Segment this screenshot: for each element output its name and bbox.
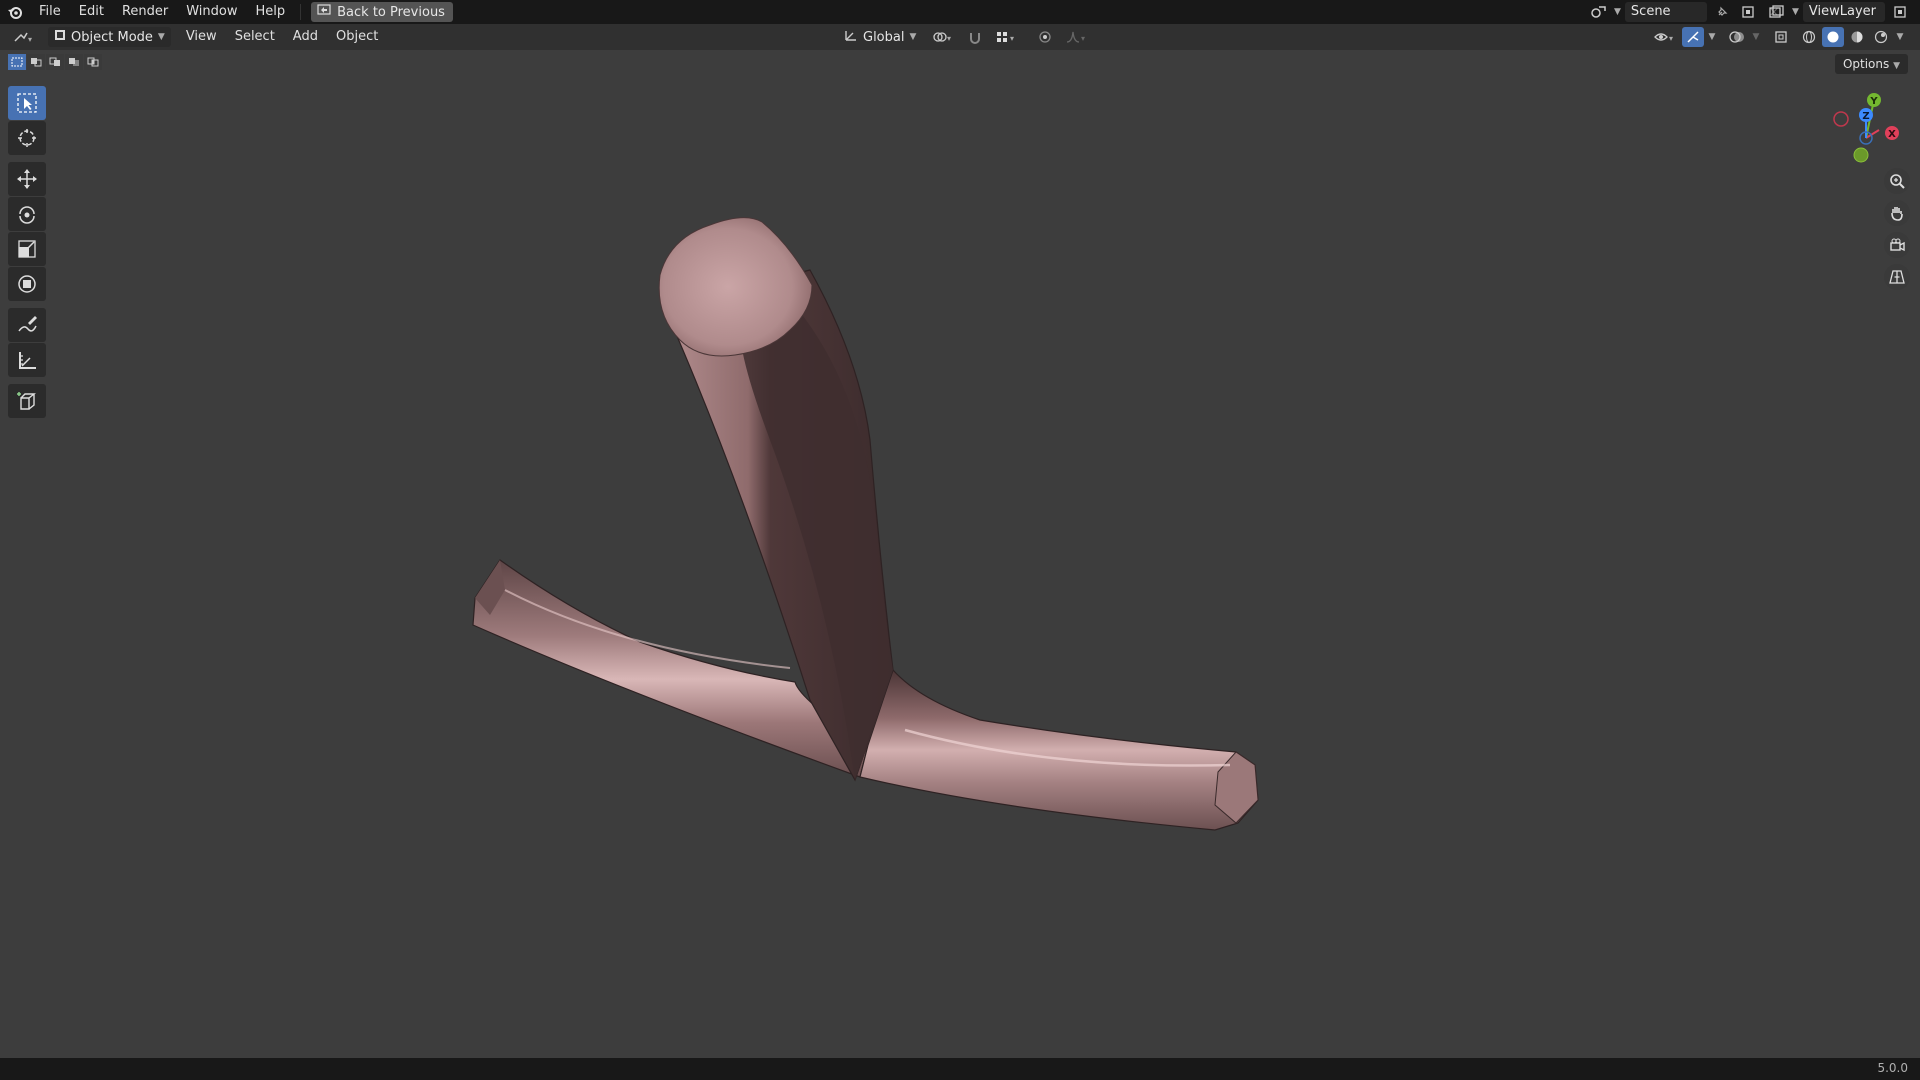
new-view-layer-icon[interactable] [1889,2,1911,22]
orientation-icon [844,28,858,46]
object-mode-icon [54,29,66,45]
editor-type-icon[interactable]: ▾ [8,27,40,47]
solid-shading-icon[interactable] [1822,27,1844,47]
chevron-down-icon: ▼ [909,32,917,42]
svg-text:▾: ▾ [1669,34,1673,43]
snap-target-icon[interactable]: ▾ [992,27,1022,47]
blender-logo-icon[interactable] [0,0,30,24]
view-layer-selector[interactable]: ▼ ViewLayer × [1766,2,1920,22]
visibility-icon[interactable]: ▾ [1650,27,1680,47]
version-label: 5.0.0 [1877,1061,1908,1075]
transform-controls: Global ▼ ▾ ▾ ▾ [838,27,1092,47]
pivot-point-icon[interactable]: ▾ [928,27,958,47]
menu-edit[interactable]: Edit [70,0,113,24]
xray-toggle-icon[interactable] [1770,27,1792,47]
view-layer-name-field[interactable]: ViewLayer [1802,2,1885,22]
gizmo-toggle-icon[interactable] [1682,27,1704,47]
menu-select[interactable]: Select [226,24,284,50]
chevron-down-icon: ▼ [1792,7,1799,17]
menu-add[interactable]: Add [284,24,327,50]
chevron-down-icon[interactable]: ▼ [1750,27,1762,47]
material-preview-icon[interactable] [1846,27,1868,47]
menu-separator [300,4,302,20]
chevron-down-icon: ▼ [1614,7,1621,17]
svg-text:▾: ▾ [1010,34,1014,43]
status-bar: 5.0.0 [0,1058,1920,1080]
shading-controls: ▾ ▼ ▼ ▼ [1650,27,1906,47]
chevron-down-icon: ▼ [157,32,165,42]
proportional-editing-icon[interactable] [1034,27,1056,47]
pin-icon[interactable] [1711,2,1733,22]
chevron-down-icon[interactable]: ▼ [1894,27,1906,47]
svg-text:▾: ▾ [947,34,951,43]
close-icon[interactable]: × [1915,2,1920,22]
back-to-previous-label: Back to Previous [337,4,445,20]
view-layer-icon[interactable] [1766,2,1788,22]
falloff-icon[interactable]: ▾ [1062,27,1092,47]
back-to-previous-button[interactable]: Back to Previous [311,2,453,22]
menu-render[interactable]: Render [113,0,177,24]
menu-window[interactable]: Window [177,0,246,24]
top-menu-bar: File Edit Render Window Help Back to Pre… [0,0,1920,24]
scene-selector[interactable]: ▼ Scene × [1588,2,1785,22]
menu-view[interactable]: View [177,24,226,50]
3d-mesh-object[interactable] [0,50,1920,1058]
menu-object[interactable]: Object [327,24,387,50]
viewport-header: ▾ Object Mode ▼ View Select Add Object G… [0,24,1920,50]
wireframe-shading-icon[interactable] [1798,27,1820,47]
orientation-dropdown[interactable]: Global ▼ [838,27,922,47]
overlays-icon[interactable] [1726,27,1748,47]
mode-dropdown[interactable]: Object Mode ▼ [48,27,171,47]
menu-help[interactable]: Help [247,0,295,24]
snap-toggle-icon[interactable] [964,27,986,47]
scene-icon[interactable] [1588,2,1610,22]
chevron-down-icon[interactable]: ▼ [1706,27,1718,47]
scene-name-field[interactable]: Scene [1624,2,1707,22]
menu-file[interactable]: File [30,0,70,24]
rendered-shading-icon[interactable] [1870,27,1892,47]
new-scene-icon[interactable] [1737,2,1759,22]
svg-text:▾: ▾ [1081,34,1085,43]
mode-label: Object Mode [71,29,153,45]
orientation-label: Global [863,29,905,45]
svg-text:▾: ▾ [28,35,32,44]
screen-icon [317,4,331,20]
